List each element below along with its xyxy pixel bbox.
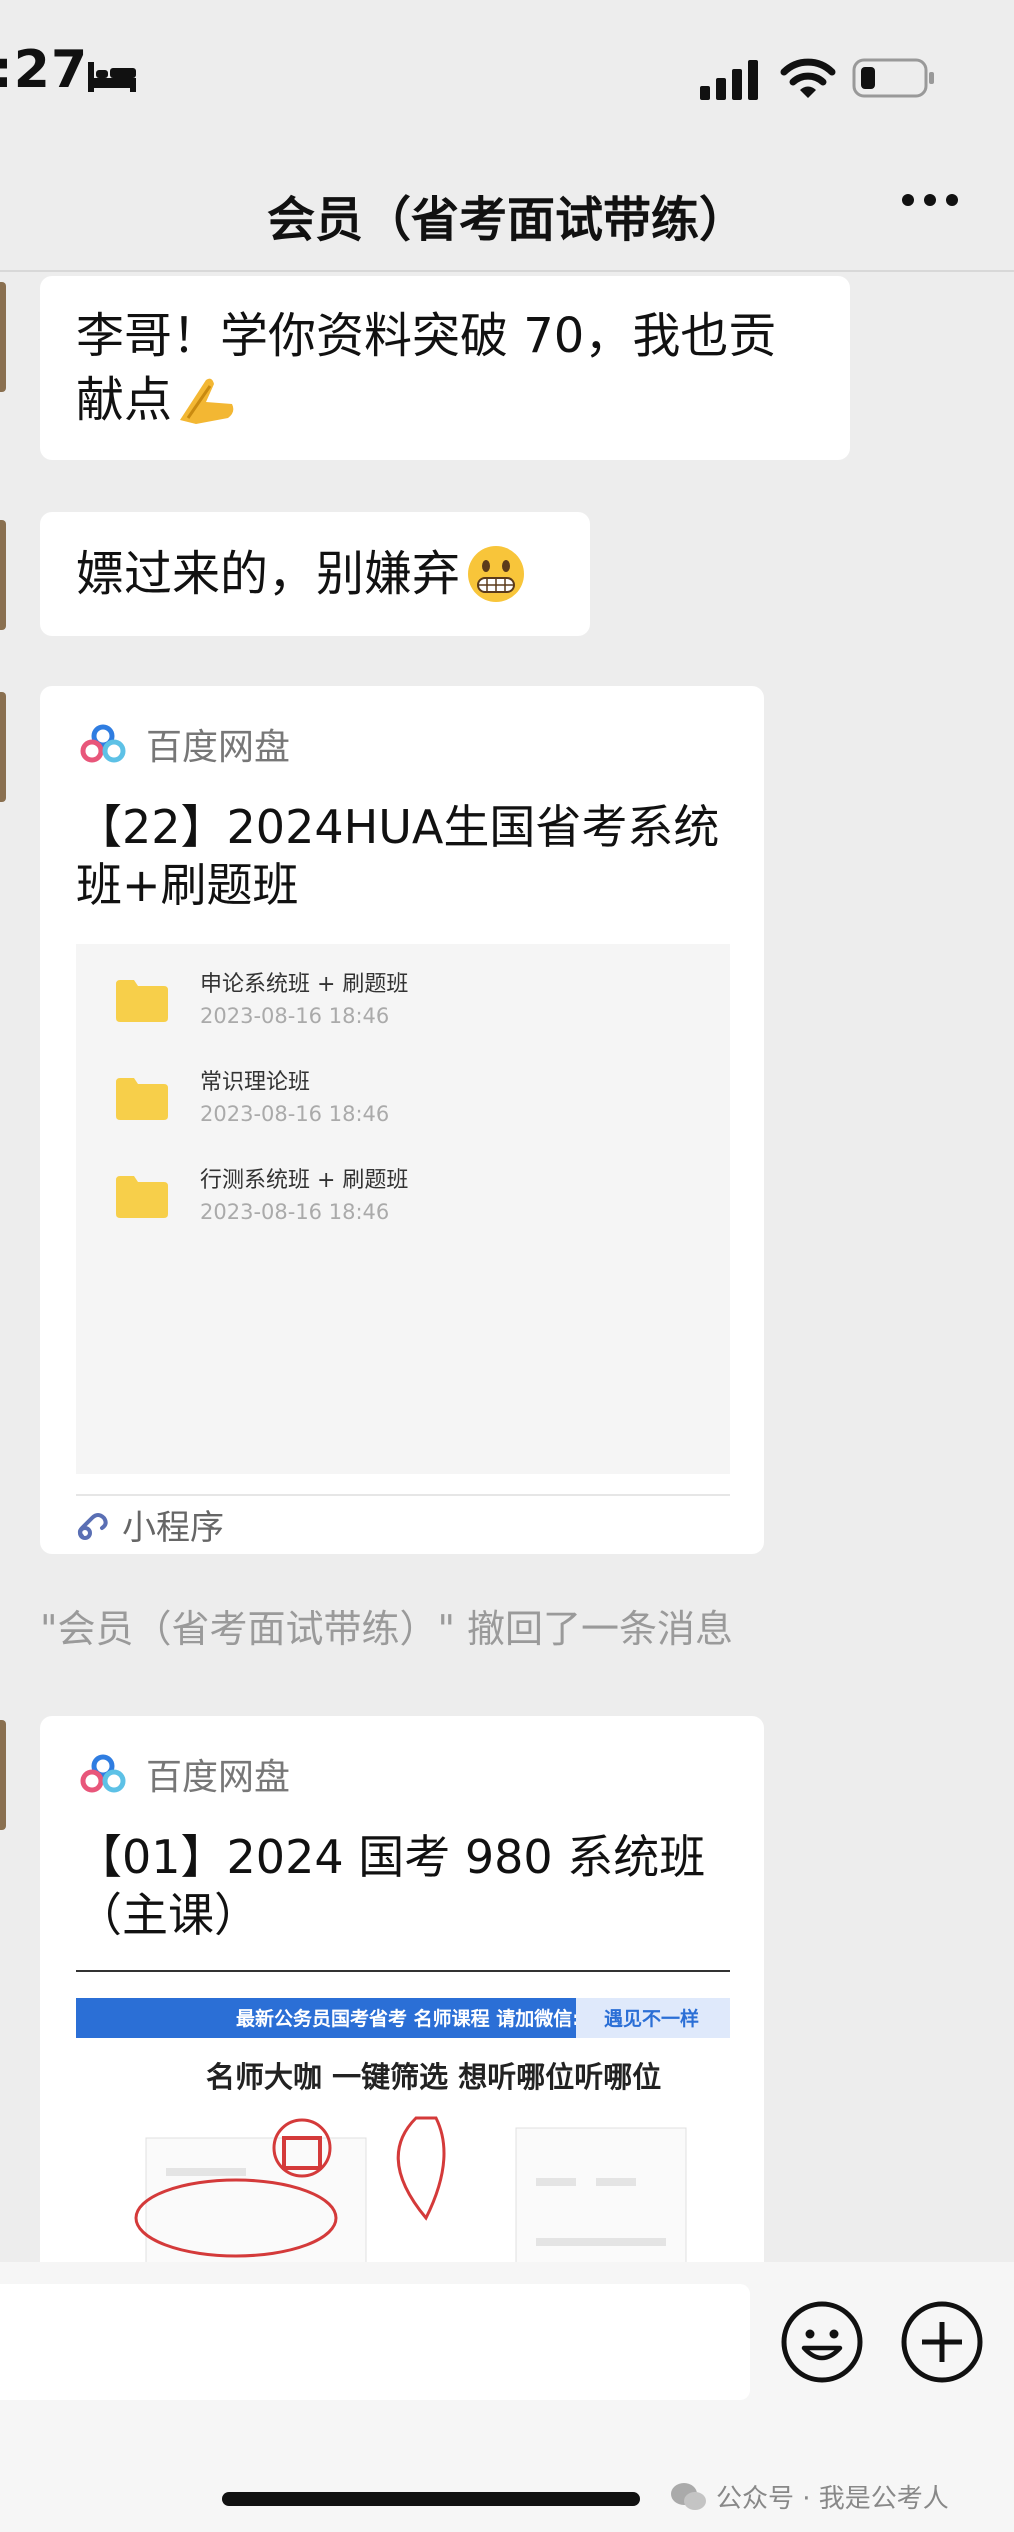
message-bubble[interactable]: 嫖过来的，别嫌弃 xyxy=(40,512,590,636)
more-icon[interactable] xyxy=(900,192,960,208)
baidu-netdisk-card[interactable]: 百度网盘 【22】2024HUA生国省考系统班+刷题班 申论系统班 + 刷题班 … xyxy=(40,686,764,1554)
file-date: 2023-08-16 18:46 xyxy=(200,1004,390,1028)
file-row[interactable]: 常识理论班 2023-08-16 18:46 xyxy=(76,1056,730,1136)
grimace-emoji-icon xyxy=(468,546,525,602)
mini-program-text: 小程序 xyxy=(122,1508,224,1548)
file-date: 2023-08-16 18:46 xyxy=(200,1102,390,1126)
card-divider xyxy=(76,1970,730,1972)
chat-title: 会员（省考面试带练） xyxy=(266,192,747,248)
pray-hands-emoji-icon xyxy=(180,378,234,424)
emoji-icon[interactable] xyxy=(780,2300,864,2384)
file-name: 常识理论班 xyxy=(200,1070,311,1095)
mini-program-label: 小程序 xyxy=(76,1500,224,1549)
sender-avatar[interactable] xyxy=(0,1720,6,1830)
card-title: 【22】2024HUA生国省考系统班+刷题班 xyxy=(76,800,720,912)
card-app-name: 百度网盘 xyxy=(146,727,291,768)
card-title: 【01】2024 国考 980 系统班（主课） xyxy=(76,1830,706,1942)
status-time: :27 xyxy=(0,40,89,100)
preview-banner-right-text: 遇见不一样 xyxy=(604,2008,700,2030)
mini-program-icon xyxy=(78,1512,108,1540)
message-text: 嫖过来的，别嫌弃 xyxy=(76,546,461,602)
folder-icon xyxy=(116,1176,168,1218)
signal-icon xyxy=(700,60,758,100)
card-divider xyxy=(76,1494,730,1496)
file-row[interactable]: 申论系统班 + 刷题班 2023-08-16 18:46 xyxy=(76,958,730,1038)
sender-avatar[interactable] xyxy=(0,282,6,392)
plus-icon[interactable] xyxy=(900,2300,984,2384)
recall-notice: "会员（省考面试带练）" 撤回了一条消息 xyxy=(40,1607,734,1651)
file-name: 申论系统班 + 刷题班 xyxy=(200,972,409,997)
baidu-netdisk-logo-icon xyxy=(80,1754,126,1793)
chat-nav-bar: 会员（省考面试带练） xyxy=(0,150,1014,272)
wifi-icon xyxy=(780,58,836,98)
baidu-netdisk-card[interactable]: 百度网盘 【01】2024 国考 980 系统班（主课） 最新公务员国考省考 名… xyxy=(40,1716,764,2316)
card-app-header: 百度网盘 xyxy=(80,722,290,768)
folder-icon xyxy=(116,980,168,1022)
file-row[interactable]: 行测系统班 + 刷题班 2023-08-16 18:46 xyxy=(76,1154,730,1234)
message-input[interactable] xyxy=(0,2284,750,2400)
card-app-name: 百度网盘 xyxy=(146,1757,291,1798)
watermark: 公众号 · 我是公考人 xyxy=(670,2478,949,2515)
message-text: 献点 xyxy=(76,372,173,428)
baidu-netdisk-logo-icon xyxy=(80,724,126,763)
file-date: 2023-08-16 18:46 xyxy=(200,1200,390,1224)
wechat-icon xyxy=(671,2482,706,2510)
card-preview-image: 最新公务员国考省考 名师课程 请加微信:BKSY55 遇见不一样 名师大咖 一键… xyxy=(76,1998,730,2288)
battery-icon xyxy=(852,58,934,98)
message-bubble[interactable]: 李哥！学你资料突破 70，我也贡 献点 xyxy=(40,276,850,460)
file-name: 行测系统班 + 刷题班 xyxy=(200,1168,409,1193)
file-list: 申论系统班 + 刷题班 2023-08-16 18:46 常识理论班 2023-… xyxy=(76,944,730,1474)
card-app-header: 百度网盘 xyxy=(80,1752,290,1798)
preview-headline: 名师大咖 一键筛选 想听哪位听哪位 xyxy=(206,2060,662,2094)
sender-avatar[interactable] xyxy=(0,520,6,630)
home-indicator[interactable] xyxy=(222,2492,640,2506)
folder-icon xyxy=(116,1078,168,1120)
sleep-mode-icon xyxy=(88,62,136,92)
watermark-text: 公众号 · 我是公考人 xyxy=(716,2484,949,2514)
preview-illustration xyxy=(134,2116,687,2288)
sender-avatar[interactable] xyxy=(0,692,6,802)
status-bar: :27 xyxy=(0,0,1014,150)
message-text: 李哥！学你资料突破 70，我也贡 xyxy=(76,308,777,364)
